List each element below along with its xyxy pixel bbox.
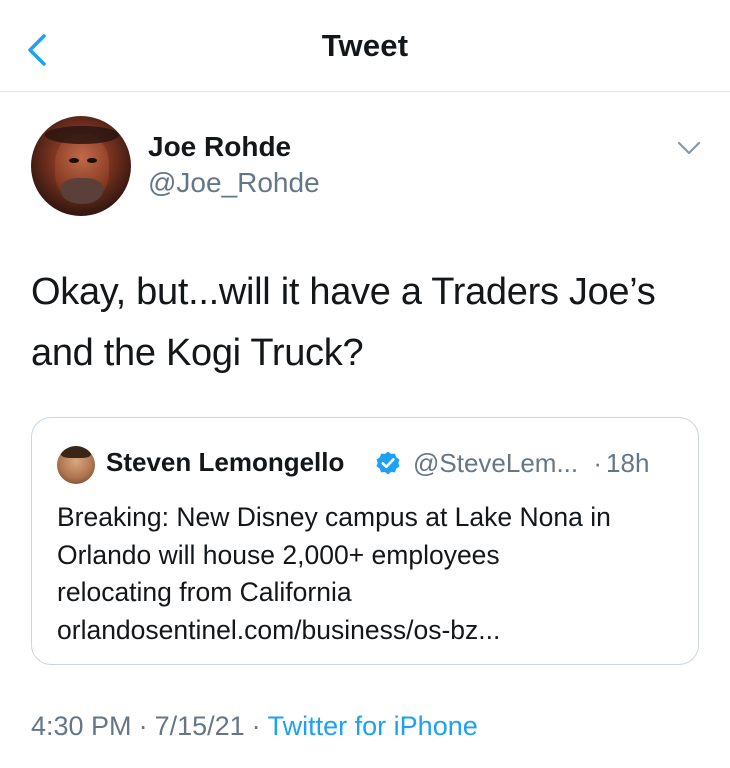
tweet-meta: 4:30 PM · 7/15/21 · Twitter for iPhone <box>31 711 478 742</box>
quoted-text-line: Breaking: New Disney campus at Lake Nona… <box>57 502 611 532</box>
avatar-eye-left <box>69 158 79 163</box>
chevron-down-icon <box>677 141 701 155</box>
separator-dot: · <box>138 711 148 741</box>
quoted-tweet-card[interactable]: Steven Lemongello @SteveLem... · 18h Brea… <box>31 417 699 665</box>
quoted-tweet-text: Breaking: New Disney campus at Lake Nona… <box>57 499 687 649</box>
tweet-time: 4:30 PM <box>31 711 132 741</box>
quoted-link-text: orlandosentinel.com/business/os-bz... <box>57 614 501 645</box>
avatar-hair <box>61 446 91 458</box>
avatar-beard <box>61 178 103 204</box>
top-nav-bar: Tweet <box>0 0 730 92</box>
author-name[interactable]: Joe Rohde <box>148 131 291 163</box>
quoted-author-meta: @SteveLem... · 18h <box>413 448 649 479</box>
tweet-source-link[interactable]: Twitter for iPhone <box>268 711 478 741</box>
author-handle[interactable]: @Joe_Rohde <box>148 167 320 199</box>
tweet-text-line: and the Kogi Truck? <box>31 332 364 374</box>
quoted-tweet-age: 18h <box>606 448 650 478</box>
verified-badge-icon <box>376 451 400 475</box>
tweet-date: 7/15/21 <box>154 711 245 741</box>
avatar-hat <box>45 126 119 144</box>
quoted-author-avatar <box>57 446 95 484</box>
author-avatar[interactable] <box>31 116 131 216</box>
separator-dot: · <box>251 711 261 741</box>
quoted-author-name: Steven Lemongello <box>106 447 345 477</box>
page-title: Tweet <box>321 28 409 63</box>
quoted-text-line: Orlando will house 2,000+ employees <box>57 539 500 570</box>
quoted-author-handle: @SteveLem... <box>413 448 579 478</box>
avatar-eye-right <box>87 158 97 163</box>
tweet-text-line: Okay, but...will it have a Traders Joe’s <box>31 271 656 313</box>
quoted-text-line: relocating from California <box>57 577 352 607</box>
separator-dot: · <box>593 448 603 478</box>
tweet-text: Okay, but...will it have a Traders Joe’s… <box>31 262 711 384</box>
tweet-menu-button[interactable] <box>676 138 702 158</box>
